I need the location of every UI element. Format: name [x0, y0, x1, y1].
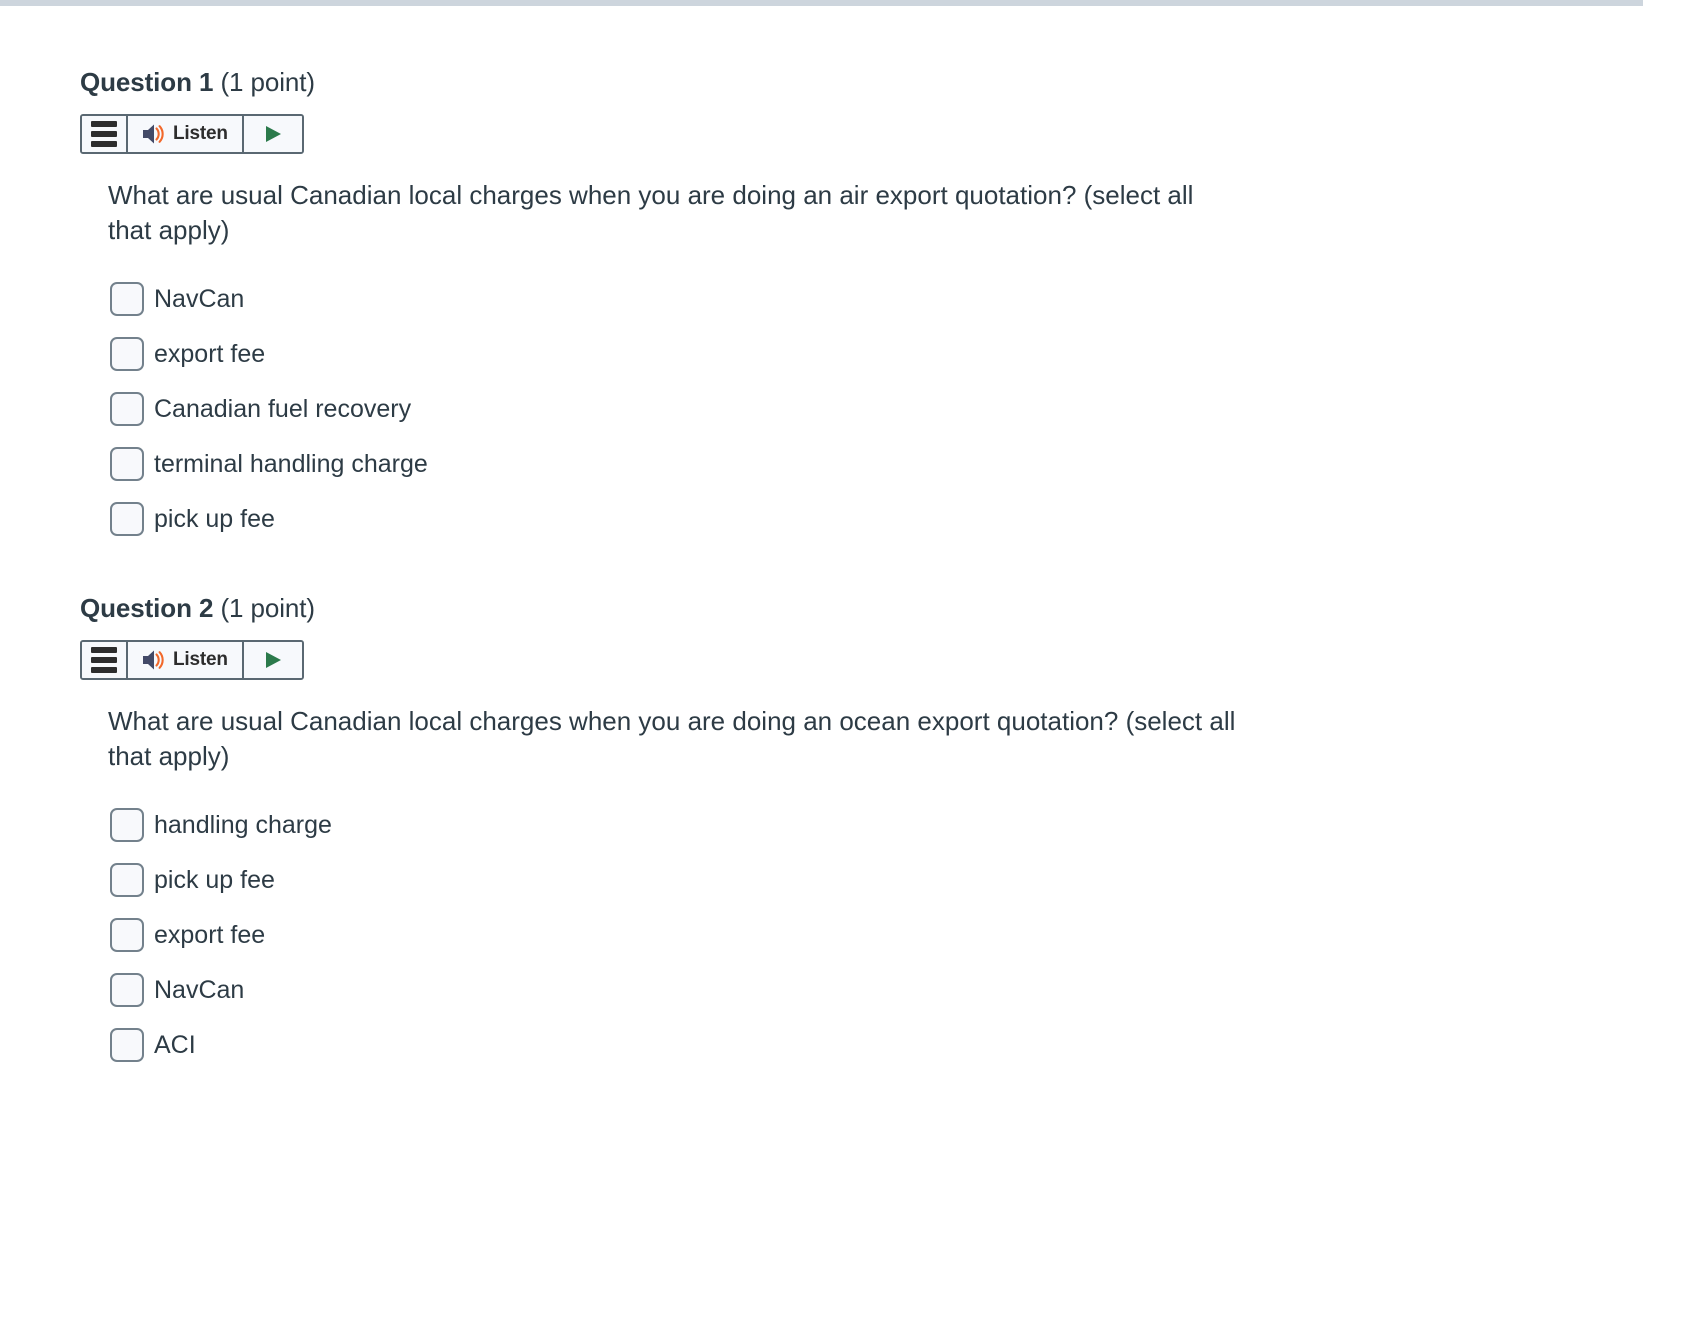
- option-label: pick up fee: [154, 865, 275, 894]
- question-2-prompt: What are usual Canadian local charges wh…: [108, 705, 1236, 771]
- option-label: export fee: [154, 339, 266, 368]
- option-checkbox[interactable]: [110, 501, 144, 536]
- question-1-name: Question 1: [80, 67, 214, 97]
- question-1-prompt: What are usual Canadian local charges wh…: [108, 179, 1194, 245]
- question-2-header: Question 2 (1 point): [80, 536, 1650, 626]
- option-row[interactable]: pick up fee: [110, 862, 1650, 897]
- option-checkbox[interactable]: [110, 917, 144, 952]
- option-checkbox[interactable]: [110, 446, 144, 481]
- option-label: export fee: [154, 920, 266, 949]
- hamburger-icon[interactable]: [82, 115, 128, 152]
- play-button-1[interactable]: [243, 115, 302, 152]
- speaker-icon: [140, 123, 166, 145]
- option-label: terminal handling charge: [154, 449, 428, 478]
- option-row[interactable]: export fee: [110, 336, 1650, 371]
- question-1-header: Question 1 (1 point): [80, 6, 1650, 100]
- play-icon: [262, 123, 284, 145]
- option-row[interactable]: NavCan: [110, 281, 1650, 316]
- play-button-2[interactable]: [243, 641, 302, 678]
- option-checkbox[interactable]: [110, 972, 144, 1007]
- option-checkbox[interactable]: [110, 1027, 144, 1062]
- question-block-2: Question 2 (1 point) Listen What are usu…: [0, 536, 1690, 1062]
- option-checkbox[interactable]: [110, 281, 144, 316]
- option-row[interactable]: Canadian fuel recovery: [110, 391, 1650, 426]
- option-row[interactable]: terminal handling charge: [110, 446, 1650, 481]
- readspeaker-toolbar-2[interactable]: Listen: [80, 639, 304, 680]
- option-row[interactable]: export fee: [110, 917, 1650, 952]
- option-label: ACI: [154, 1030, 196, 1059]
- question-block-1: Question 1 (1 point) Listen What are usu…: [0, 6, 1690, 536]
- option-row[interactable]: pick up fee: [110, 501, 1650, 536]
- option-row[interactable]: ACI: [110, 1027, 1650, 1062]
- play-icon: [262, 649, 284, 671]
- readspeaker-toolbar-1[interactable]: Listen: [80, 113, 304, 154]
- option-label: Canadian fuel recovery: [154, 394, 412, 423]
- option-label: handling charge: [154, 810, 332, 839]
- listen-button-1[interactable]: Listen: [128, 115, 244, 152]
- question-1-options: NavCan export fee Canadian fuel recovery…: [110, 281, 1650, 536]
- option-checkbox[interactable]: [110, 336, 144, 371]
- option-checkbox[interactable]: [110, 391, 144, 426]
- top-divider: [0, 0, 1643, 6]
- option-checkbox[interactable]: [110, 862, 144, 897]
- listen-label-2: Listen: [173, 648, 228, 670]
- option-label: NavCan: [154, 284, 245, 313]
- option-checkbox[interactable]: [110, 807, 144, 842]
- hamburger-icon[interactable]: [82, 641, 128, 678]
- question-2-points: (1 point): [220, 592, 315, 623]
- question-1-points: (1 point): [220, 67, 315, 97]
- option-label: pick up fee: [154, 504, 275, 533]
- quiz-page: Question 1 (1 point) Listen What are usu…: [0, 0, 1690, 1062]
- question-2-name: Question 2: [80, 592, 214, 623]
- question-2-options: handling charge pick up fee export fee N…: [110, 807, 1650, 1062]
- listen-label-1: Listen: [173, 122, 228, 144]
- option-row[interactable]: handling charge: [110, 807, 1650, 842]
- listen-button-2[interactable]: Listen: [128, 641, 244, 678]
- speaker-icon: [140, 649, 166, 671]
- option-label: NavCan: [154, 975, 245, 1004]
- option-row[interactable]: NavCan: [110, 972, 1650, 1007]
